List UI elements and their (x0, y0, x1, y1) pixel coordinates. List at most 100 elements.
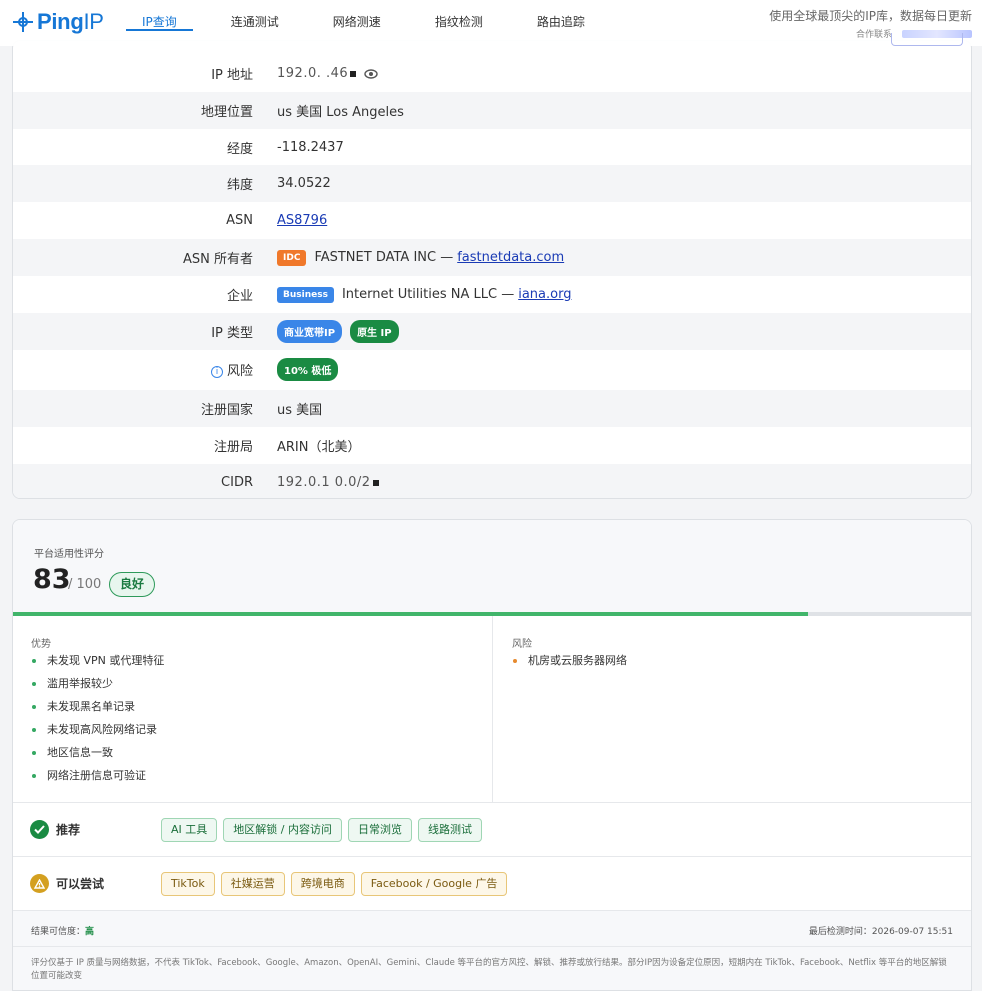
list-item: 网络注册信息可验证 (31, 768, 164, 791)
row-asn: ASN AS8796 (13, 202, 971, 239)
score-title: 平台适用性评分 (34, 549, 104, 560)
top-header: PingIP IP查询 连通测试 网络测速 指纹检测 路由追踪 使用全球最顶尖的… (0, 0, 982, 46)
asn-owner-domain-link[interactable]: fastnetdata.com (457, 250, 564, 265)
longitude-value: -118.2437 (277, 140, 344, 155)
contact-link[interactable]: 合作联系 (856, 27, 892, 40)
row-value-wrap: 192.0. .46 (277, 66, 378, 81)
info-icon[interactable]: i (210, 365, 223, 378)
header-action-button[interactable] (891, 33, 963, 46)
chip-ai-tools[interactable]: AI 工具 (161, 817, 218, 842)
row-registered-country: 注册国家 us 美国 (13, 390, 971, 427)
pros-title: 优势 (31, 639, 51, 650)
row-label: 企业 (226, 289, 253, 304)
list-item: 机房或云服务器网络 (512, 653, 627, 676)
platform-score-card: 平台适用性评分 83 / 100 良好 优势 未发现 VPN 或代理特征 滥用举… (12, 519, 972, 991)
chip-social-media[interactable]: 社媒运营 (220, 871, 285, 896)
cons-column: 风险 机房或云服务器网络 (494, 616, 971, 802)
logo-icon (13, 12, 33, 32)
row-label: IP 地址 (211, 68, 253, 83)
row-longitude: 经度 -118.2437 (13, 129, 971, 166)
pros-list: 未发现 VPN 或代理特征 滥用举报较少 未发现黑名单记录 未发现高风险网络记录… (31, 653, 164, 791)
ip-info-card: IP 地址 192.0. .46 地理位置 us 美国 Los Angeles … (12, 40, 972, 499)
recommend-chips: AI 工具 地区解锁 / 内容访问 日常浏览 线路测试 (161, 817, 482, 842)
ip-type-badge-native: 原生 IP (350, 320, 399, 343)
row-label: i 风险 (13, 360, 265, 379)
list-item: 滥用举报较少 (31, 676, 164, 699)
row-value-wrap: 192.0.1 0.0/2 (277, 475, 379, 490)
chip-cross-border-ecommerce[interactable]: 跨境电商 (290, 871, 355, 896)
confidence: 结果可信度：高 (31, 927, 95, 937)
row-value-wrap: AS8796 (277, 213, 327, 228)
row-value-wrap: 10% 极低 (277, 358, 339, 381)
cons-title: 风险 (512, 639, 532, 650)
registered-country-value: us 美国 (277, 403, 323, 418)
confidence-value: 高 (85, 927, 95, 937)
row-label: IP 类型 (211, 326, 253, 341)
nav-connectivity-test[interactable]: 连通测试 (215, 0, 295, 44)
row-location: 地理位置 us 美国 Los Angeles (13, 92, 971, 129)
row-label: 注册国家 (200, 403, 253, 418)
chip-line-test[interactable]: 线路测试 (417, 817, 482, 842)
try-label: 可以尝试 (56, 877, 105, 891)
chip-region-unlock[interactable]: 地区解锁 / 内容访问 (223, 817, 342, 842)
chip-tiktok[interactable]: TikTok (161, 871, 215, 896)
row-label: 纬度 (226, 178, 253, 193)
score-footer: 结果可信度：高 最后检测时间：2026-09-07 15:51 (13, 910, 971, 946)
row-value-wrap: IDC FASTNET DATA INC — fastnetdata.com (277, 249, 564, 266)
latitude-value: 34.0522 (277, 176, 331, 191)
score-max: / 100 (68, 577, 102, 592)
nav-fingerprint-check[interactable]: 指纹检测 (419, 0, 499, 44)
cidr-value: 192.0.1 0.0/2 (277, 475, 379, 490)
chip-facebook-google-ads[interactable]: Facebook / Google 广告 (360, 871, 508, 896)
row-ip-address: IP 地址 192.0. .46 (13, 55, 971, 92)
nav-ip-lookup[interactable]: IP查询 (126, 0, 193, 44)
registry-value: ARIN（北美） (277, 440, 361, 455)
row-label: 注册局 (213, 440, 253, 455)
company-domain-link[interactable]: iana.org (518, 287, 571, 302)
location-value: us 美国 Los Angeles (277, 105, 404, 120)
nav-speed-test[interactable]: 网络测速 (317, 0, 397, 44)
ip-type-badge-business: 商业宽带IP (277, 320, 343, 343)
risk-badge: 10% 极低 (277, 358, 339, 381)
row-label: ASN 所有者 (182, 252, 253, 267)
list-item: 地区信息一致 (31, 745, 164, 768)
disclaimer: 评分仅基于 IP 质量与网络数据，不代表 TikTok、Facebook、Goo… (13, 946, 971, 990)
check-circle-icon (30, 820, 49, 839)
eye-icon[interactable] (364, 68, 378, 79)
row-label: ASN (226, 213, 253, 228)
asn-owner-name: FASTNET DATA INC — (314, 250, 454, 265)
list-item: 未发现黑名单记录 (31, 699, 164, 722)
recommend-label: 推荐 (56, 823, 81, 837)
idc-tag: IDC (277, 249, 307, 266)
asn-link[interactable]: AS8796 (277, 213, 327, 228)
row-label: CIDR (221, 475, 253, 490)
list-item: 未发现 VPN 或代理特征 (31, 653, 164, 676)
row-value-wrap: Business Internet Utilities NA LLC — ian… (277, 286, 571, 303)
row-latitude: 纬度 34.0522 (13, 165, 971, 202)
nav-traceroute[interactable]: 路由追踪 (521, 0, 601, 44)
company-name: Internet Utilities NA LLC — (341, 287, 515, 302)
last-checked-time: 最后检测时间：2026-09-07 15:51 (808, 927, 953, 937)
try-chips: TikTok 社媒运营 跨境电商 Facebook / Google 广告 (161, 871, 508, 896)
logo[interactable]: PingIP (12, 9, 104, 35)
try-section: 可以尝试 TikTok 社媒运营 跨境电商 Facebook / Google … (13, 856, 971, 910)
main-nav: IP查询 连通测试 网络测速 指纹检测 路由追踪 (126, 0, 623, 46)
row-value-wrap: 商业宽带IP 原生 IP (277, 320, 399, 343)
warning-icon (30, 874, 49, 893)
chip-daily-browsing[interactable]: 日常浏览 (347, 817, 412, 842)
score-rating-badge: 良好 (109, 572, 156, 597)
business-tag: Business (277, 286, 334, 303)
score-header: 平台适用性评分 83 / 100 良好 (13, 520, 971, 612)
cons-list: 机房或云服务器网络 (512, 653, 627, 676)
logo-text: PingIP (37, 9, 104, 34)
row-cidr: CIDR 192.0.1 0.0/2 (13, 464, 971, 498)
row-company: 企业 Business Internet Utilities NA LLC — … (13, 276, 971, 313)
row-ip-type: IP 类型 商业宽带IP 原生 IP (13, 313, 971, 350)
row-label: 地理位置 (200, 105, 253, 120)
row-asn-owner: ASN 所有者 IDC FASTNET DATA INC — fastnetda… (13, 239, 971, 276)
recommend-section: 推荐 AI 工具 地区解锁 / 内容访问 日常浏览 线路测试 (13, 802, 971, 856)
row-risk: i 风险 10% 极低 (13, 351, 971, 388)
header-slogan: 使用全球最顶尖的IP库，数据每日更新 (769, 9, 972, 23)
pros-column: 优势 未发现 VPN 或代理特征 滥用举报较少 未发现黑名单记录 未发现高风险网… (13, 616, 493, 802)
row-registry: 注册局 ARIN（北美） (13, 427, 971, 464)
